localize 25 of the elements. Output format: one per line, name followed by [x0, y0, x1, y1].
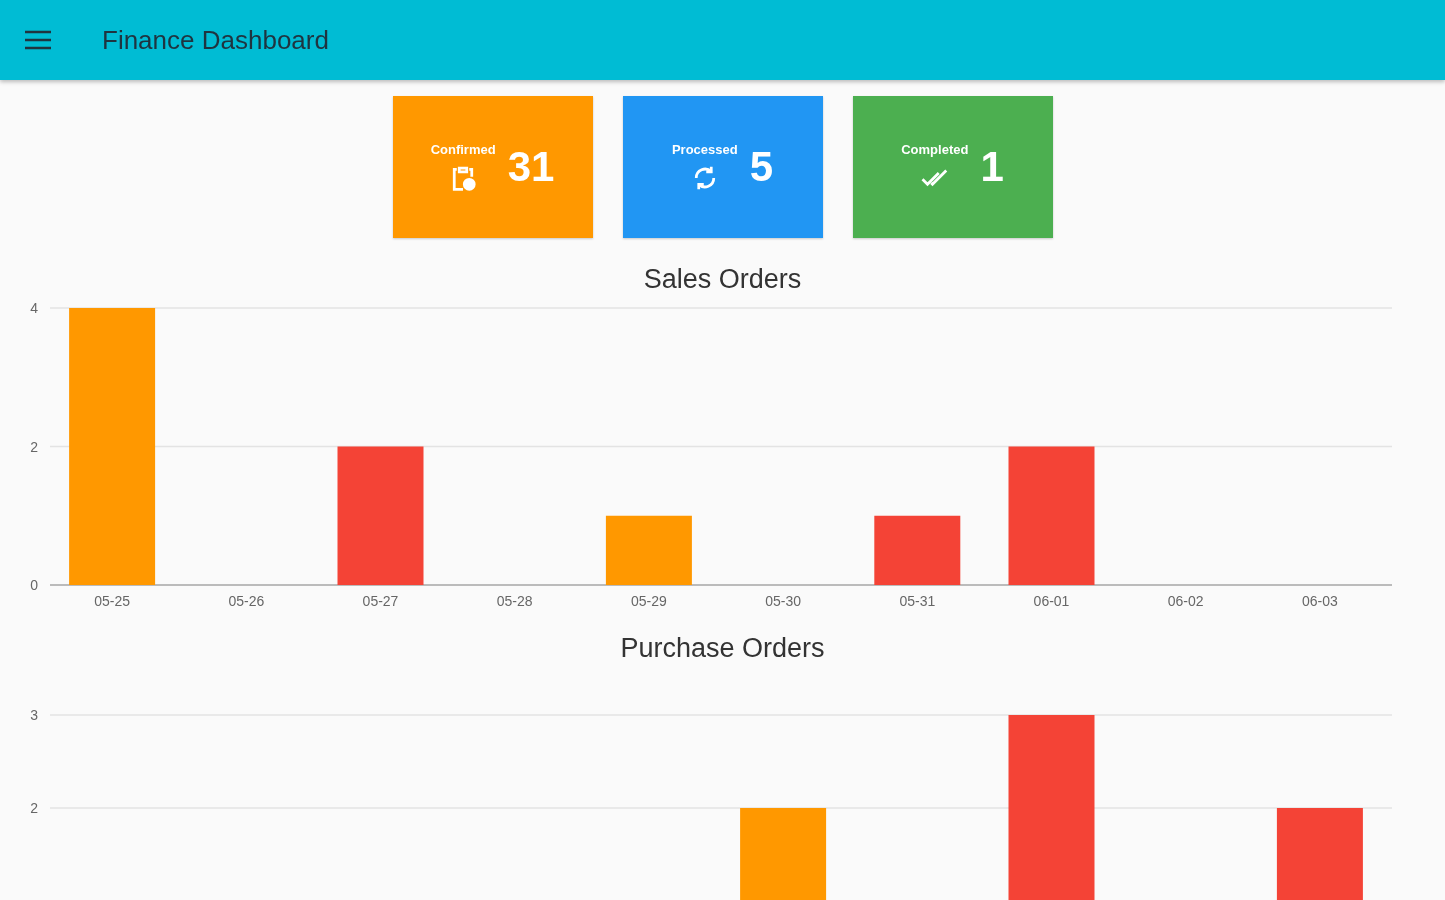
x-tick-label: 05-26 — [228, 593, 265, 609]
x-tick-label: 05-25 — [94, 593, 130, 609]
x-tick-label: 06-02 — [1167, 593, 1204, 609]
stat-label: Confirmed — [430, 141, 496, 157]
x-tick-label: 06-01 — [1033, 593, 1070, 609]
stat-label: Processed — [671, 141, 738, 157]
stat-count: 31 — [507, 143, 555, 191]
menu-icon — [25, 30, 51, 50]
x-tick-label: 05-31 — [899, 593, 936, 609]
x-tick-label: 06-03 — [1302, 593, 1338, 609]
y-tick-label: 2 — [30, 800, 38, 816]
x-tick-label: 05-29 — [631, 593, 667, 609]
y-tick-label: 2 — [30, 438, 38, 455]
chart-title: Sales Orders — [642, 264, 803, 295]
y-tick-label: 0 — [30, 577, 38, 593]
stat-label: Completed — [901, 141, 969, 157]
stat-count: 5 — [749, 143, 774, 191]
chart-title: Purchase Orders — [619, 633, 826, 664]
y-tick-label: 4 — [30, 300, 38, 316]
x-tick-label: 05-28 — [496, 593, 533, 609]
stat-count: 1 — [980, 143, 1004, 191]
x-tick-label: 05-27 — [362, 593, 399, 609]
x-tick-label: 05-30 — [765, 593, 801, 609]
app-title: Finance Dashboard — [102, 24, 329, 56]
y-tick-label: 3 — [30, 707, 38, 723]
